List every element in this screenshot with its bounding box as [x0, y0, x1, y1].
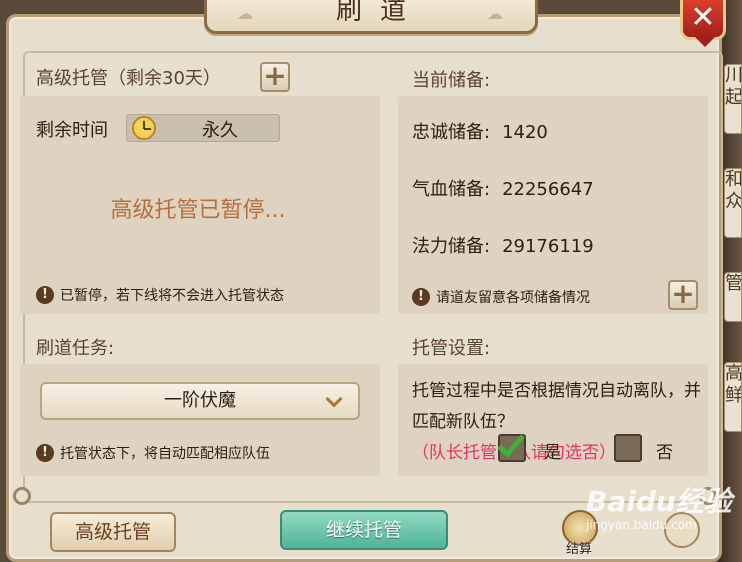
warning-icon: ! [412, 288, 430, 306]
side-tab-4[interactable]: 高鲜 [724, 362, 742, 432]
dialog-title: 刷道 [335, 0, 424, 26]
reserves-title: 当前储备: [412, 70, 491, 91]
hosting-status-text: 高级托管已暂停... [110, 198, 286, 223]
advanced-hosting-button[interactable]: 高级托管 [50, 512, 176, 552]
yes-checkbox[interactable] [497, 428, 526, 462]
yes-label: 是 [544, 443, 561, 463]
loyalty-reserve-row: 忠诚储备: 1420 [412, 118, 548, 144]
side-tab-label: 高 [725, 363, 742, 384]
no-label: 否 [656, 443, 673, 463]
side-tab-label: 和 [725, 169, 742, 190]
hosting-note: 已暂停，若下线将不会进入托管状态 [60, 288, 284, 304]
reserve-value: 22256647 [502, 179, 594, 200]
watermark: Baidu经验 jingyan.baidu.com [586, 486, 736, 546]
close-button[interactable]: ✕ [680, 0, 726, 47]
add-hosting-days-button[interactable]: + [260, 62, 290, 92]
warning-icon: ! [36, 444, 54, 462]
no-checkbox[interactable] [614, 434, 642, 462]
baidu-logo: Baidu经验 [586, 485, 732, 518]
side-tab-label: 管 [725, 273, 742, 294]
reserve-label: 法力储备: [412, 236, 491, 257]
side-tab-label: 鲜 [725, 385, 742, 406]
warning-icon: ! [36, 286, 54, 304]
plus-icon: + [671, 277, 695, 310]
close-icon: ✕ [690, 0, 716, 35]
continue-hosting-button[interactable]: 继续托管 [280, 510, 448, 550]
side-tab-1[interactable]: 川起 [724, 64, 742, 134]
reserves-note: 请道友留意各项储备情况 [436, 290, 590, 306]
watermark-url: jingyan.baidu.com [586, 518, 697, 532]
reserve-label: 忠诚储备: [412, 122, 491, 143]
side-tab-3[interactable]: 管 [724, 272, 742, 322]
task-selected-value: 一阶伏魔 [164, 390, 236, 411]
side-tab-2[interactable]: 和众 [724, 168, 742, 238]
add-reserves-button[interactable]: + [668, 280, 698, 310]
hp-reserve-row: 气血储备: 22256647 [412, 175, 594, 201]
cloud-ornament-icon: ☁ [487, 4, 503, 23]
side-tab-label: 众 [725, 191, 742, 212]
corner-ornament [13, 487, 31, 505]
task-note: 托管状态下，将自动匹配相应队伍 [60, 446, 270, 462]
auto-leave-question: 托管过程中是否根据情况自动离队，并匹配新队伍？ [412, 381, 701, 432]
task-title: 刷道任务: [36, 338, 115, 359]
reserve-label: 气血储备: [412, 179, 491, 200]
hosting-title: 高级托管（剩余30天） [36, 68, 221, 89]
remaining-time-label: 剩余时间 [36, 120, 108, 141]
remaining-time-value: 永久 [202, 120, 238, 141]
task-select[interactable]: 一阶伏魔 [40, 382, 360, 420]
reserve-value: 29176119 [502, 236, 594, 257]
plus-icon: + [263, 59, 287, 92]
mana-reserve-row: 法力储备: 29176119 [412, 232, 594, 258]
side-tab-label: 川 [725, 65, 742, 86]
reserve-value: 1420 [502, 122, 548, 143]
settings-title: 托管设置: [412, 338, 491, 359]
alarm-clock-icon [132, 116, 156, 140]
side-tab-label: 起 [725, 87, 742, 108]
title-plate: ☁ 刷道 ☁ [204, 0, 538, 34]
